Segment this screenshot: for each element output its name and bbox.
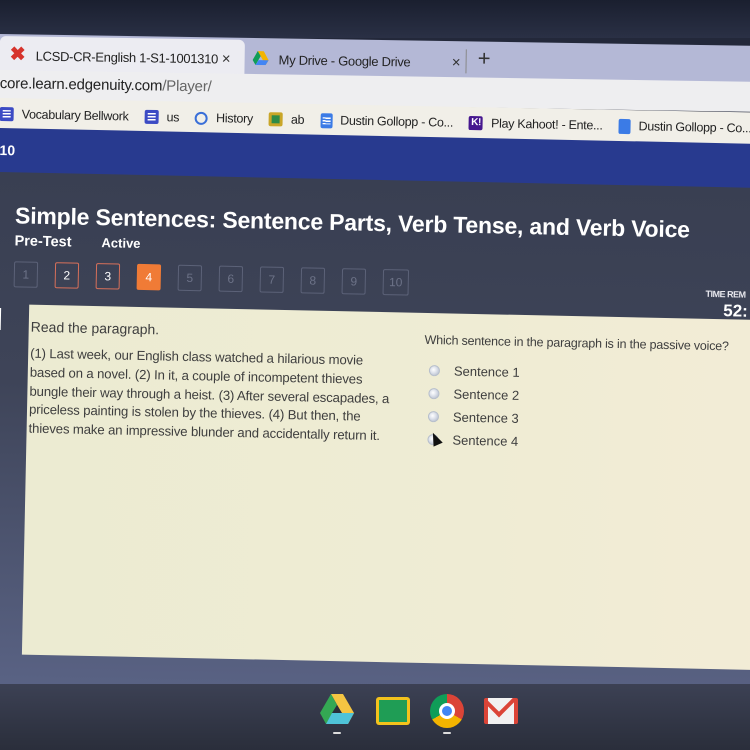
bookmark-label: ab — [290, 112, 305, 127]
close-tab-icon[interactable]: × — [222, 50, 231, 67]
history-clock-icon — [195, 111, 209, 125]
url-text[interactable]: core.learn.edgenuity.com/Player/ — [0, 75, 212, 95]
google-classroom-icon[interactable] — [376, 694, 410, 728]
question-button-10[interactable]: 10 — [382, 269, 410, 296]
classroom-icon — [268, 112, 284, 127]
google-drive-icon[interactable] — [320, 694, 354, 728]
bookmark-label: Vocabulary Bellwork — [21, 107, 129, 124]
passage-text: (1) Last week, our English class watched… — [28, 345, 390, 444]
passage-section: Read the paragraph. (1) Last week, our E… — [26, 319, 398, 447]
close-tab-icon[interactable]: × — [452, 54, 461, 71]
gmail-icon[interactable] — [484, 694, 518, 728]
chrome-icon[interactable] — [430, 694, 464, 728]
bookmark-us[interactable]: us — [144, 109, 180, 125]
docs-icon — [320, 112, 333, 128]
assessment-subheader: Pre-Test Active — [14, 233, 140, 252]
bookmark-dustin-gollopp-doc[interactable]: Dustin Gollopp - Co... — [320, 112, 454, 131]
bookmark-ab[interactable]: ab — [268, 112, 305, 127]
monitor-bezel — [0, 0, 750, 38]
option-label: Sentence 4 — [452, 432, 519, 449]
bookmark-label: us — [166, 110, 180, 125]
question-button-6[interactable]: 6 — [218, 265, 244, 293]
tab-title: LCSD-CR-English 1-S1-1001310 — [35, 48, 219, 66]
slides-icon — [618, 118, 631, 134]
url-host: core.learn.edgenuity.com — [0, 74, 163, 95]
list-icon — [0, 106, 14, 122]
tab-separator — [465, 49, 467, 74]
option-label: Sentence 3 — [452, 409, 519, 426]
radio-button[interactable] — [427, 411, 440, 423]
radio-button[interactable] — [428, 365, 441, 377]
status-label: Active — [101, 235, 141, 251]
assessment-type: Pre-Test — [14, 233, 72, 251]
bookmark-label: Dustin Gollopp - Co... — [340, 113, 454, 130]
instruction-text: Read the paragraph. — [30, 318, 160, 338]
edgenuity-x-icon: ✖ — [9, 44, 26, 66]
new-tab-button[interactable]: + — [477, 46, 490, 72]
bookmark-label: Play Kahoot! - Ente... — [490, 116, 603, 133]
option-label: Sentence 2 — [453, 386, 520, 403]
question-button-9[interactable]: 9 — [341, 268, 367, 295]
question-button-8[interactable]: 8 — [300, 267, 326, 294]
bookmark-history[interactable]: History — [195, 111, 253, 126]
question-card: Read the paragraph. (1) Last week, our E… — [21, 304, 750, 671]
bookmark-label: History — [215, 111, 254, 126]
question-button-3[interactable]: 3 — [95, 263, 121, 290]
question-button-1[interactable]: 1 — [13, 261, 39, 288]
answer-section: Which sentence in the paragraph is in th… — [422, 333, 750, 458]
app-running-indicator — [333, 732, 341, 734]
assessment-panel: Simple Sentences: Sentence Parts, Verb T… — [0, 172, 750, 709]
question-navigator: 1 2 3 4 5 6 7 8 9 10 — [13, 261, 426, 296]
kahoot-icon: K! — [468, 116, 484, 131]
app-running-indicator — [443, 732, 451, 734]
google-drive-icon — [252, 51, 271, 67]
question-prompt: Which sentence in the paragraph is in th… — [424, 332, 729, 354]
sidebar-toggle[interactable] — [0, 307, 2, 331]
tab-title: My Drive - Google Drive — [278, 51, 411, 69]
mouse-pointer-icon — [428, 430, 443, 447]
screen: ✖ LCSD-CR-English 1-S1-1001310 × My Driv… — [0, 0, 750, 750]
time-remaining-label: TIME REM — [705, 288, 746, 300]
os-shelf — [0, 684, 750, 750]
question-button-7[interactable]: 7 — [259, 266, 285, 293]
radio-button[interactable] — [428, 388, 440, 400]
question-button-5[interactable]: 5 — [177, 264, 203, 292]
question-button-4[interactable]: 4 — [136, 263, 162, 291]
bookmark-dustin-gollopp-slides[interactable]: Dustin Gollopp - Co... — [618, 118, 750, 136]
bookmark-label: Dustin Gollopp - Co... — [638, 119, 750, 136]
bookmark-kahoot[interactable]: K! Play Kahoot! - Ente... — [468, 116, 603, 133]
list-icon — [144, 109, 159, 125]
question-button-2[interactable]: 2 — [54, 262, 80, 289]
header-number: 10 — [0, 141, 16, 159]
bookmark-vocabulary-bellwork[interactable]: Vocabulary Bellwork — [0, 106, 129, 124]
url-path: /Player/ — [162, 77, 212, 96]
option-label: Sentence 1 — [453, 363, 520, 380]
radio-button[interactable] — [427, 430, 443, 447]
